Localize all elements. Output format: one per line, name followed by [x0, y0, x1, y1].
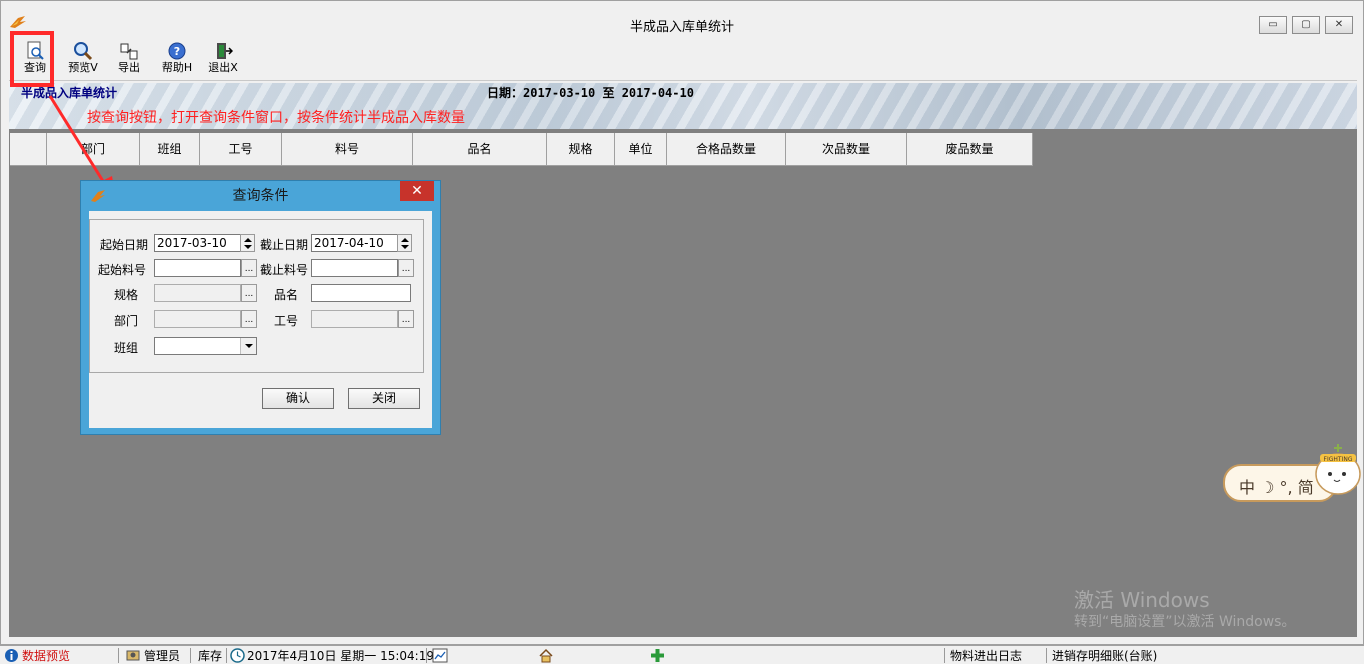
exit-button[interactable]: 退出X	[203, 41, 243, 79]
user-icon	[126, 650, 140, 661]
job-no-browse-button[interactable]: ...	[398, 310, 414, 328]
export-icon	[120, 43, 138, 60]
dialog-close-button[interactable]: ✕	[400, 181, 434, 201]
team-label: 班组	[114, 341, 139, 355]
svg-text:?: ?	[174, 45, 180, 58]
activation-watermark-title: 激活 Windows	[1074, 588, 1210, 612]
start-date-label: 起始日期	[100, 238, 149, 252]
export-label: 导出	[118, 61, 140, 74]
restore-button[interactable]: ▢	[1292, 16, 1320, 34]
mascot-headband-text: FIGHTING	[1324, 456, 1353, 463]
start-part-label: 起始料号	[98, 263, 147, 277]
end-date-spinner[interactable]	[397, 234, 412, 252]
dialog-app-icon	[91, 190, 105, 202]
chevron-down-icon[interactable]	[240, 338, 256, 354]
grid-header: 部门 班组 工号 料号 品名 规格 单位 合格品数量 次品数量 废品数量	[10, 133, 1033, 166]
column-header-defect-qty[interactable]: 次品数量	[786, 133, 907, 166]
minimize-button[interactable]: ▭	[1259, 16, 1287, 34]
export-button[interactable]: 导出	[109, 41, 149, 79]
column-header-scrap-qty[interactable]: 废品数量	[907, 133, 1033, 166]
confirm-button[interactable]: 确认	[262, 388, 334, 409]
status-separator	[118, 648, 119, 663]
end-date-label: 截止日期	[260, 238, 309, 252]
column-header-team[interactable]: 班组	[140, 133, 200, 166]
dept-browse-button[interactable]: ...	[241, 310, 257, 328]
close-button[interactable]: 关闭	[348, 388, 420, 409]
magnifier-icon	[74, 42, 93, 61]
window-title: 半成品入库单统计	[629, 20, 734, 35]
end-part-label: 截止料号	[260, 263, 309, 277]
status-module: 库存	[198, 649, 223, 663]
info-icon	[5, 649, 18, 662]
status-detail: 进销存明细账(台账)	[1052, 649, 1158, 663]
query-dialog: 查询条件 ✕ 起始日期 2017-03-10 截止日期 2017-04-10 起…	[80, 180, 441, 435]
ime-mode-text: 中 ☽ °, 简	[1239, 478, 1314, 497]
status-separator	[226, 648, 227, 663]
title-bar: 半成品入库单统计 ▭ ▢ ✕	[1, 7, 1363, 37]
status-bar: 数据预览 管理员 库存 2017年4月10日 星期一 15:04:19 物料进出…	[0, 645, 1364, 664]
job-no-input[interactable]	[311, 310, 398, 328]
report-banner: 半成品入库单统计 日期：2017-03-10 至 2017-04-10 按查询按…	[9, 83, 1357, 129]
column-header-part-no[interactable]: 料号	[282, 133, 413, 166]
close-window-button[interactable]: ✕	[1325, 16, 1353, 34]
status-separator	[1046, 648, 1047, 663]
column-header-product-name[interactable]: 品名	[413, 133, 547, 166]
job-no-label: 工号	[274, 314, 299, 328]
column-header-dept[interactable]: 部门	[47, 133, 140, 166]
spec-browse-button[interactable]: ...	[241, 284, 257, 302]
criteria-group: 起始日期 2017-03-10 截止日期 2017-04-10 起始料号 ...…	[89, 219, 424, 373]
dept-input[interactable]	[154, 310, 241, 328]
start-part-browse-button[interactable]: ...	[241, 259, 257, 277]
mascot-icon: FIGHTING	[1315, 444, 1361, 495]
preview-label: 预览V	[68, 61, 98, 74]
home-icon	[539, 648, 553, 663]
product-name-input[interactable]	[311, 284, 411, 302]
status-data-preview: 数据预览	[22, 649, 71, 663]
start-date-field[interactable]: 2017-03-10	[154, 234, 242, 252]
help-icon: ?	[168, 42, 186, 60]
status-separator	[426, 648, 427, 663]
end-part-input[interactable]	[311, 259, 398, 277]
date-range-label: 日期：2017-03-10 至 2017-04-10	[487, 86, 694, 100]
status-separator	[944, 648, 945, 663]
start-date-spinner[interactable]	[240, 234, 255, 252]
help-button[interactable]: ? 帮助H	[157, 41, 197, 79]
status-datetime: 2017年4月10日 星期一 15:04:19	[247, 649, 434, 663]
exit-icon	[217, 43, 233, 59]
instruction-hint: 按查询按钮，打开查询条件窗口，按条件统计半成品入库数量	[87, 110, 465, 126]
status-separator	[190, 648, 191, 663]
status-user: 管理员	[144, 649, 181, 663]
exit-label: 退出X	[208, 61, 238, 74]
status-log: 物料进出日志	[950, 649, 1023, 663]
clock-icon	[230, 648, 245, 663]
preview-button[interactable]: 预览V	[63, 41, 103, 79]
dialog-body: 起始日期 2017-03-10 截止日期 2017-04-10 起始料号 ...…	[89, 211, 432, 428]
start-part-input[interactable]	[154, 259, 241, 277]
query-highlight-box	[10, 31, 54, 87]
chart-icon	[432, 648, 448, 663]
toolbar: 查询 预览V 导出 ? 帮助H 退出X	[9, 37, 1357, 81]
column-header-spec[interactable]: 规格	[547, 133, 615, 166]
column-header-job-no[interactable]: 工号	[200, 133, 282, 166]
plus-icon	[651, 649, 664, 662]
column-header-unit[interactable]: 单位	[615, 133, 667, 166]
spec-label: 规格	[114, 288, 139, 302]
end-date-field[interactable]: 2017-04-10	[311, 234, 399, 252]
dialog-title: 查询条件	[232, 188, 289, 204]
spec-input[interactable]	[154, 284, 241, 302]
activation-watermark-subtitle: 转到“电脑设置”以激活 Windows。	[1074, 614, 1296, 630]
column-header-qualified-qty[interactable]: 合格品数量	[667, 133, 786, 166]
column-header-indicator[interactable]	[10, 133, 47, 166]
dept-label: 部门	[114, 314, 139, 328]
help-label: 帮助H	[161, 61, 193, 74]
product-name-label: 品名	[274, 288, 299, 302]
end-part-browse-button[interactable]: ...	[398, 259, 414, 277]
